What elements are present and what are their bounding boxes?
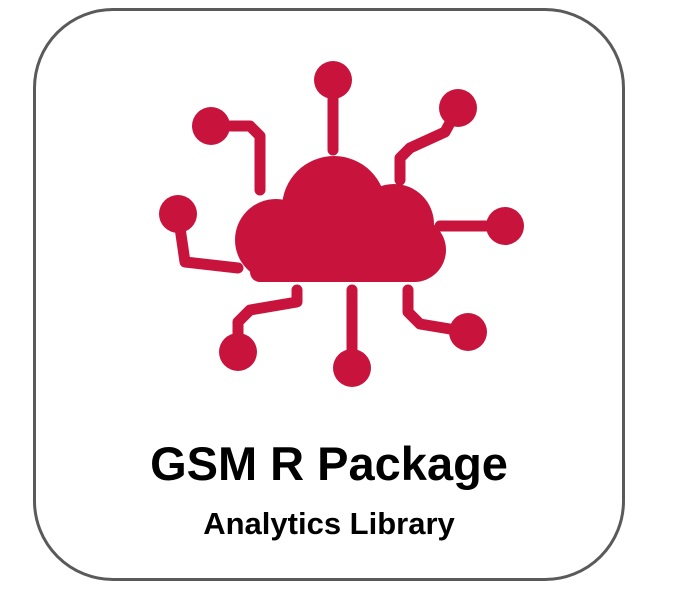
package-subtitle: Analytics Library	[203, 506, 455, 541]
node-bottom-left	[219, 333, 257, 371]
node-left	[159, 195, 197, 233]
node-right	[486, 207, 524, 245]
node-top	[314, 61, 352, 99]
node-top-right	[439, 89, 477, 127]
cloud-network-icon	[159, 61, 524, 387]
node-top-left	[192, 107, 230, 145]
node-bottom	[333, 349, 371, 387]
node-bottom-right	[449, 313, 487, 351]
cloud-shape	[235, 156, 446, 282]
package-title: GSM R Package	[150, 437, 508, 490]
